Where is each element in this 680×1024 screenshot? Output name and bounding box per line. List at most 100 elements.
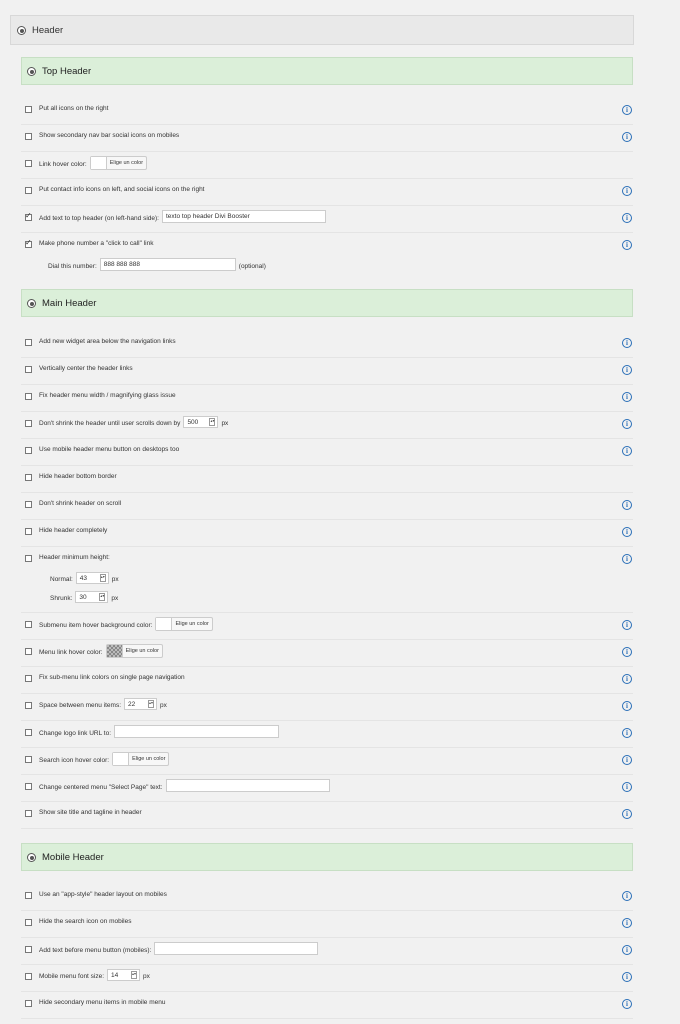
logo-url-input[interactable] [114, 725, 280, 738]
option-row: Change centered menu "Select Page" text:… [21, 775, 633, 802]
option-checkbox[interactable] [25, 133, 32, 140]
color-button-label: Elige un color [125, 648, 159, 654]
section-title: Top Header [42, 66, 92, 77]
info-icon[interactable]: i [622, 809, 632, 819]
option-checkbox[interactable] [25, 393, 32, 400]
section-main-header[interactable]: Main Header [21, 289, 633, 317]
option-checkbox[interactable] [25, 946, 32, 953]
info-icon[interactable]: i [622, 554, 632, 564]
info-icon[interactable]: i [622, 674, 632, 684]
mobile-font-size-stepper[interactable]: 14 ▴▾ [107, 969, 141, 981]
optional-note: (optional) [238, 262, 266, 270]
option-checkbox[interactable] [25, 555, 32, 562]
color-swatch [90, 157, 107, 169]
info-icon[interactable]: i [622, 365, 632, 375]
option-checkbox[interactable] [25, 756, 32, 763]
info-icon[interactable]: i [622, 132, 632, 142]
spinner-icon[interactable]: ▴▾ [209, 418, 216, 426]
mobile-button-text-input[interactable] [154, 942, 319, 955]
section-mobile-header[interactable]: Mobile Header [21, 843, 633, 871]
info-icon[interactable]: i [622, 972, 632, 982]
option-checkbox[interactable] [25, 238, 32, 248]
option-checkbox[interactable] [25, 729, 32, 736]
option-checkbox[interactable] [25, 702, 32, 709]
option-row: Add text before menu button (mobiles): i [21, 938, 633, 965]
top-header-text-input[interactable]: texto top header Divi Booster [161, 210, 326, 223]
info-icon[interactable]: i [622, 392, 632, 402]
info-icon[interactable]: i [622, 782, 632, 792]
option-checkbox[interactable] [25, 366, 32, 373]
shrunk-height-stepper[interactable]: 30 ▴▾ [75, 591, 109, 603]
info-icon[interactable]: i [622, 527, 632, 537]
color-picker-button[interactable]: Elige un color [112, 752, 170, 766]
option-label: Hide header bottom border [39, 473, 117, 480]
info-icon[interactable]: i [622, 446, 632, 456]
option-label: Mobile menu font size: [39, 973, 105, 980]
info-icon[interactable]: i [622, 105, 632, 115]
info-icon[interactable]: i [622, 945, 632, 955]
option-checkbox[interactable] [25, 528, 32, 535]
spinner-icon[interactable]: ▴▾ [99, 574, 106, 582]
option-checkbox[interactable] [25, 160, 32, 167]
unit-label: px [111, 595, 119, 602]
stepper-value: 30 [79, 593, 87, 601]
option-row: Don't shrink header on scroll i [21, 493, 633, 520]
unit-label: px [221, 420, 229, 427]
option-row: Put all icons on the right i [21, 98, 633, 125]
option-checkbox[interactable] [25, 447, 32, 454]
option-checkbox[interactable] [25, 474, 32, 481]
option-checkbox[interactable] [25, 783, 32, 790]
option-checkbox[interactable] [25, 621, 32, 628]
info-icon[interactable]: i [622, 999, 632, 1009]
scroll-distance-stepper[interactable]: 500 ▴▾ [183, 416, 219, 428]
info-icon[interactable]: i [622, 186, 632, 196]
option-checkbox[interactable] [25, 892, 32, 899]
option-label: Change centered menu "Select Page" text: [39, 783, 163, 791]
option-row: Show site title and tagline in header i [21, 802, 633, 829]
info-icon[interactable]: i [622, 647, 632, 657]
info-icon[interactable]: i [622, 918, 632, 928]
option-checkbox[interactable] [25, 106, 32, 113]
info-icon[interactable]: i [622, 701, 632, 711]
header-panel[interactable]: Header [10, 15, 634, 45]
section-top-header[interactable]: Top Header [21, 57, 633, 85]
option-row: Add new widget area below the navigation… [21, 331, 633, 358]
dial-number-label: Dial this number: [48, 262, 97, 270]
spinner-icon[interactable]: ▴▾ [148, 700, 155, 708]
option-checkbox[interactable] [25, 211, 32, 221]
dial-number-input[interactable]: 888 888 888 [99, 258, 236, 271]
normal-height-stepper[interactable]: 43 ▴▾ [75, 572, 109, 584]
option-checkbox[interactable] [25, 973, 32, 980]
menu-spacing-stepper[interactable]: 22 ▴▾ [124, 698, 158, 710]
color-picker-button[interactable]: Elige un color [89, 156, 148, 170]
option-checkbox[interactable] [25, 187, 32, 194]
info-icon[interactable]: i [622, 728, 632, 738]
option-row: Hide the search icon on mobiles i [21, 911, 633, 938]
option-checkbox[interactable] [25, 919, 32, 926]
info-icon[interactable]: i [622, 213, 632, 223]
option-checkbox[interactable] [25, 501, 32, 508]
option-row: Don't shrink the header until user scrol… [21, 412, 633, 439]
option-row: Vertically center the header links i [21, 358, 633, 385]
info-icon[interactable]: i [622, 620, 632, 630]
info-icon[interactable]: i [622, 419, 632, 429]
stepper-value: 22 [128, 700, 136, 708]
option-checkbox[interactable] [25, 420, 32, 427]
spinner-icon[interactable]: ▴▾ [131, 971, 138, 979]
option-checkbox[interactable] [25, 810, 32, 817]
color-picker-button[interactable]: Elige un color [105, 644, 163, 658]
section-title: Main Header [42, 298, 97, 309]
select-page-text-input[interactable] [165, 779, 330, 792]
spinner-icon[interactable]: ▴▾ [99, 593, 106, 601]
option-checkbox[interactable] [25, 1000, 32, 1007]
option-checkbox[interactable] [25, 648, 32, 655]
info-icon[interactable]: i [622, 240, 632, 250]
info-icon[interactable]: i [622, 755, 632, 765]
color-picker-button[interactable]: Elige un color [155, 617, 213, 631]
option-checkbox[interactable] [25, 675, 32, 682]
option-checkbox[interactable] [25, 339, 32, 346]
info-icon[interactable]: i [622, 338, 632, 348]
info-icon[interactable]: i [622, 500, 632, 510]
info-icon[interactable]: i [622, 891, 632, 901]
option-label: Hide the search icon on mobiles [39, 918, 132, 925]
